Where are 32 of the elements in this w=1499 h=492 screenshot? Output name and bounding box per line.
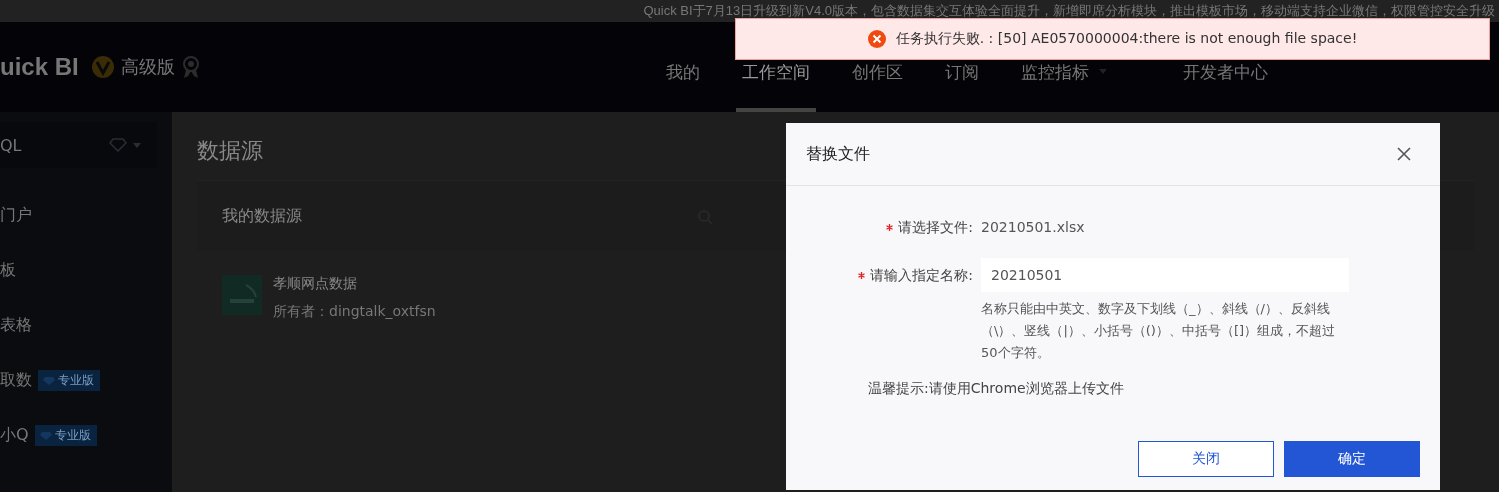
sidebar-item[interactable]: 取数 — [0, 370, 32, 391]
award-icon — [180, 55, 201, 79]
page-title: 数据源 — [197, 137, 263, 165]
tip-text: 温馨提示:请使用Chrome浏览器上传文件 — [868, 380, 1125, 398]
sidebar-item[interactable]: 门户 — [0, 205, 32, 226]
sidebar-item[interactable]: 板 — [0, 260, 16, 281]
logo-text: uick BI — [0, 53, 79, 81]
field-label: 请输入指定名称: — [870, 266, 973, 285]
source-owner: 所有者：dingtalk_oxtfsn — [273, 303, 436, 321]
sidebar-item[interactable]: 小Q — [0, 425, 29, 446]
caret-icon — [133, 142, 141, 148]
help-text: 名称只能由中英文、数字及下划线（_）、斜线（/）、反斜线（\）、竖线（|）、小括号（()）、中括号（[]）组成，不超过50个字符。 — [981, 300, 1337, 362]
workspace-selector[interactable]: QL — [0, 122, 157, 168]
field-label: 请选择文件: — [898, 218, 973, 237]
dialog-title: 替换文件 — [806, 143, 870, 165]
edition-label: 高级版 — [120, 55, 175, 79]
nav-tab[interactable]: 我的 — [660, 22, 706, 112]
close-icon[interactable] — [1397, 147, 1411, 161]
pro-badge: 专业版 — [34, 425, 97, 446]
v-badge-icon — [90, 55, 115, 79]
close-button[interactable]: 关闭 — [1138, 441, 1274, 477]
error-message: 任务执行失败. : [50] AE0570000004:there is not enough file space! — [895, 30, 1358, 48]
sidebar-item[interactable]: 表格 — [0, 315, 32, 336]
card-title: 我的数据源 — [222, 205, 302, 227]
confirm-button[interactable]: 确定 — [1284, 441, 1420, 477]
name-input[interactable]: 20210501 — [981, 258, 1349, 292]
announcement-text: Quick BI于7月13日升级到新V4.0版本，包含数据集交互体验全面提升，新增即席分析模块，推出模板市场，移动端支持企业微信，权限管控安全升级 — [643, 2, 1495, 20]
diamond-icon — [109, 138, 127, 152]
error-icon — [867, 30, 886, 48]
pro-badge: 专业版 — [38, 370, 100, 391]
file-name: 20210501.xlsx — [981, 218, 1085, 237]
source-name[interactable]: 孝顺网点数据 — [273, 275, 357, 293]
